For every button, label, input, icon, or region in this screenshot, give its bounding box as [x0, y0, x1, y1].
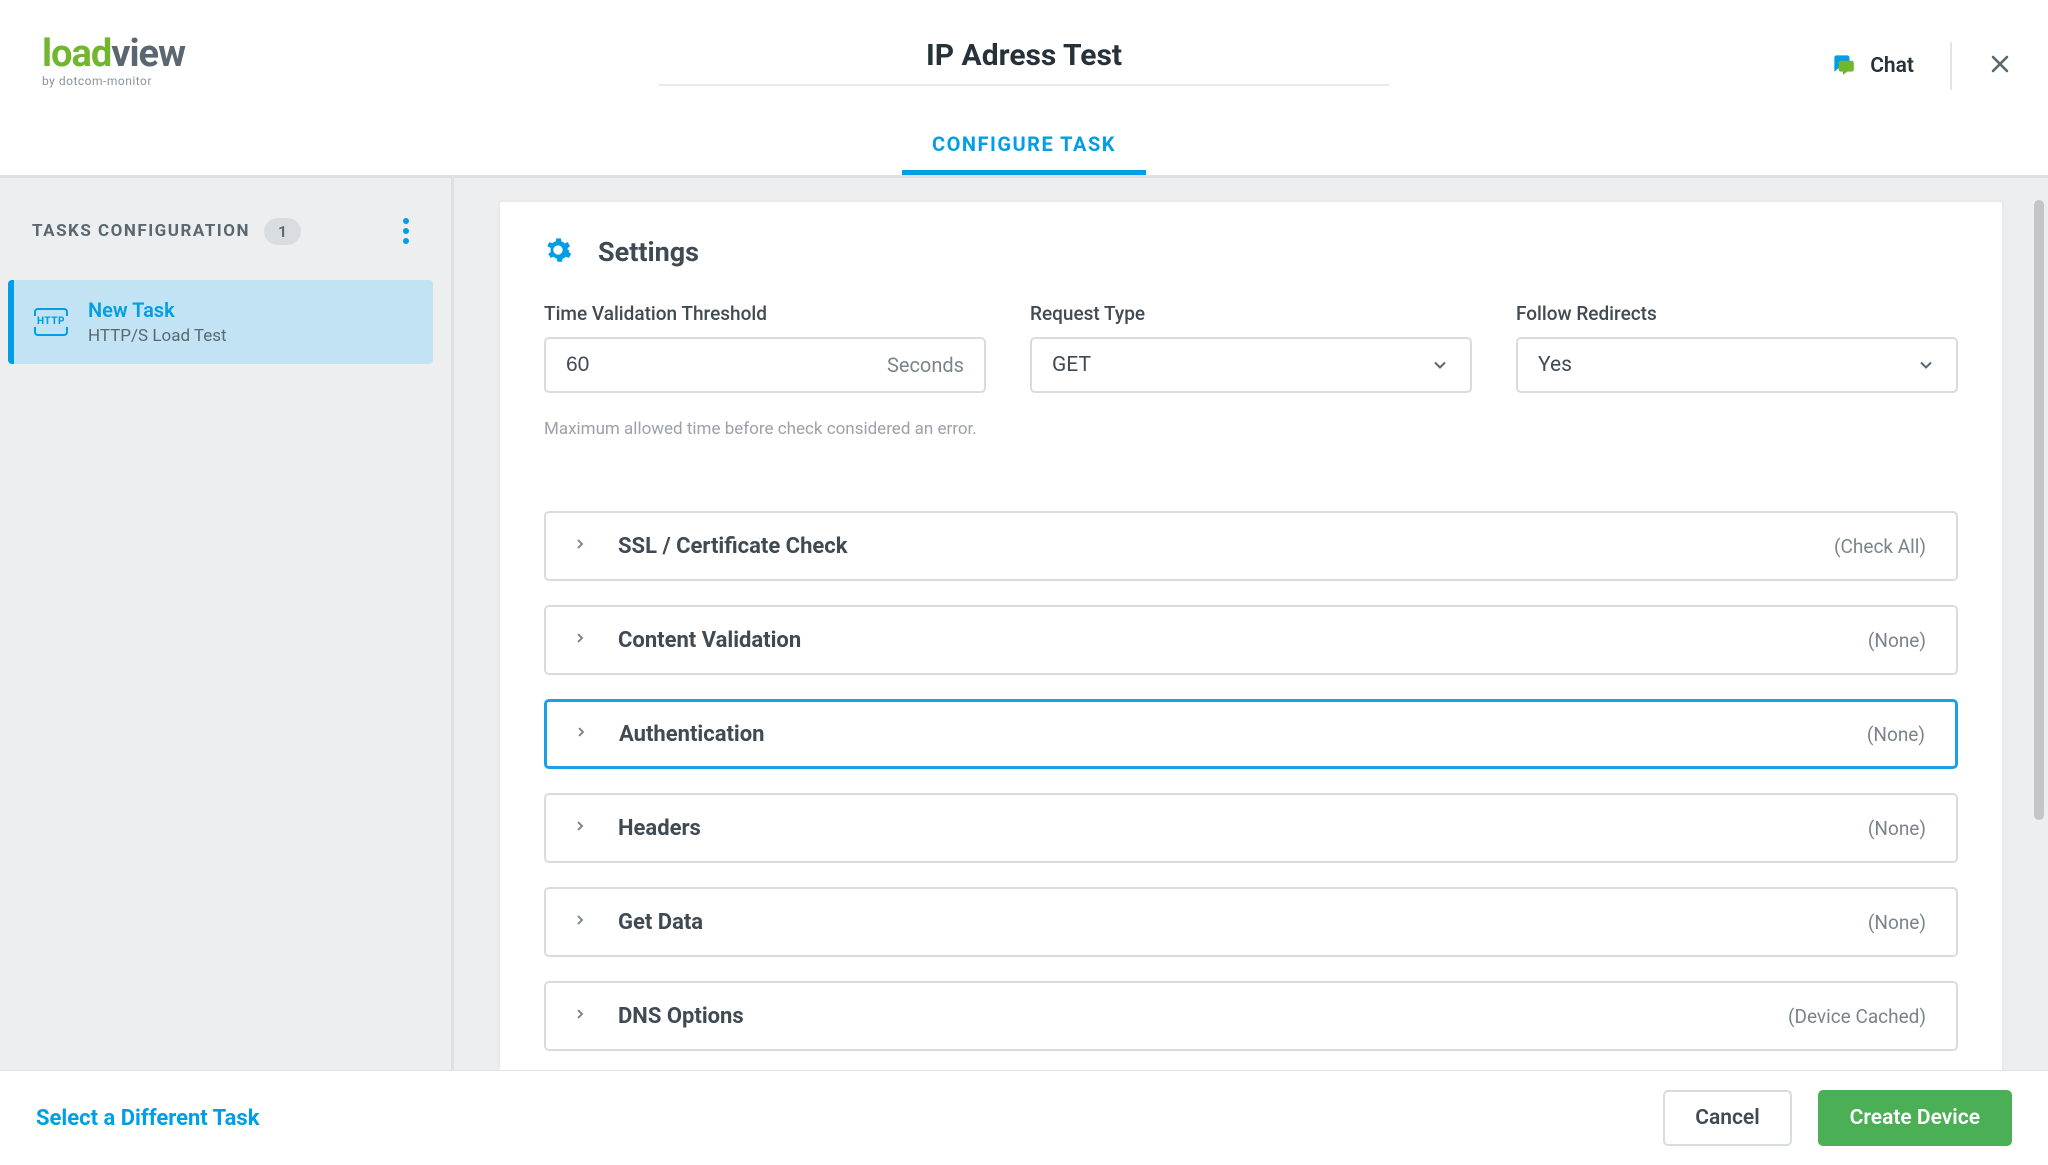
logo-text: loadview	[42, 32, 185, 76]
chat-label: Chat	[1870, 54, 1914, 78]
create-device-button[interactable]: Create Device	[1818, 1090, 2012, 1146]
logo-subtitle: by dotcom-monitor	[42, 74, 185, 88]
settings-header: Settings	[544, 236, 1958, 268]
gear-icon	[544, 236, 572, 268]
accordion: SSL / Certificate Check(Check All) Conten…	[544, 511, 1958, 1051]
request-type-label: Request Type	[1030, 302, 1472, 325]
accordion-status: (None)	[1868, 817, 1926, 840]
accordion-label: SSL / Certificate Check	[618, 534, 1834, 559]
task-meta: New Task HTTP/S Load Test	[88, 298, 227, 346]
field-time-threshold: Time Validation Threshold Seconds Maximu…	[544, 302, 986, 439]
close-icon	[1988, 61, 2012, 80]
footer-actions: Cancel Create Device	[1663, 1090, 2012, 1146]
chevron-right-icon	[572, 536, 588, 556]
accordion-status: (None)	[1867, 723, 1925, 746]
chevron-right-icon	[573, 724, 589, 744]
accordion-label: DNS Options	[618, 1004, 1788, 1029]
accordion-status: (Device Cached)	[1788, 1005, 1926, 1028]
page-title: IP Adress Test	[926, 38, 1122, 73]
logo-primary: load	[42, 32, 111, 76]
chat-button[interactable]: Chat	[1830, 51, 1950, 81]
chevron-down-icon	[1916, 355, 1936, 375]
follow-redirects-value: Yes	[1538, 353, 1572, 377]
accordion-status: (Check All)	[1834, 535, 1926, 558]
time-threshold-input-wrap: Seconds	[544, 337, 986, 393]
sidebar-menu-button[interactable]	[391, 208, 421, 254]
chevron-down-icon	[1430, 355, 1450, 375]
body: TASKS CONFIGURATION 1 New Task HTTP/S Lo…	[0, 178, 2048, 1070]
task-name: New Task	[88, 298, 227, 322]
close-button[interactable]	[1988, 52, 2012, 80]
footer: Select a Different Task Cancel Create De…	[0, 1070, 2048, 1165]
field-row: Time Validation Threshold Seconds Maximu…	[544, 302, 1958, 439]
sidebar-task-item[interactable]: New Task HTTP/S Load Test	[8, 280, 433, 364]
tab-bar: CONFIGURE TASK	[902, 132, 1146, 175]
request-type-select[interactable]: GET	[1030, 337, 1472, 393]
logo-secondary: view	[111, 32, 185, 76]
accordion-item[interactable]: Content Validation(None)	[544, 605, 1958, 675]
accordion-label: Content Validation	[618, 628, 1868, 653]
task-subtitle: HTTP/S Load Test	[88, 326, 227, 346]
tab-configure-task[interactable]: CONFIGURE TASK	[902, 132, 1146, 175]
header-actions: Chat	[1830, 42, 2012, 90]
time-threshold-unit: Seconds	[887, 353, 964, 377]
field-request-type: Request Type GET	[1030, 302, 1472, 439]
time-threshold-help: Maximum allowed time before check consid…	[544, 419, 986, 439]
task-count-badge: 1	[264, 218, 301, 245]
chevron-right-icon	[572, 1006, 588, 1026]
chevron-right-icon	[572, 818, 588, 838]
chevron-right-icon	[572, 630, 588, 650]
accordion-item[interactable]: Get Data(None)	[544, 887, 1958, 957]
scrollbar[interactable]	[2034, 200, 2044, 820]
request-type-value: GET	[1052, 353, 1091, 377]
time-threshold-label: Time Validation Threshold	[544, 302, 986, 325]
logo: loadview by dotcom-monitor	[42, 32, 185, 88]
header: loadview by dotcom-monitor IP Adress Tes…	[0, 0, 2048, 178]
main: Settings Time Validation Threshold Secon…	[454, 178, 2048, 1070]
accordion-label: Authentication	[619, 722, 1867, 747]
cancel-button[interactable]: Cancel	[1663, 1090, 1791, 1146]
select-different-task-link[interactable]: Select a Different Task	[36, 1106, 259, 1131]
sidebar-header: TASKS CONFIGURATION 1	[0, 178, 451, 274]
field-follow-redirects: Follow Redirects Yes	[1516, 302, 1958, 439]
header-divider	[1950, 42, 1952, 90]
title-underline	[659, 84, 1389, 86]
settings-title: Settings	[598, 236, 699, 268]
sidebar: TASKS CONFIGURATION 1 New Task HTTP/S Lo…	[0, 178, 454, 1070]
sidebar-header-left: TASKS CONFIGURATION 1	[32, 218, 301, 245]
settings-card: Settings Time Validation Threshold Secon…	[498, 200, 2004, 1070]
accordion-item[interactable]: SSL / Certificate Check(Check All)	[544, 511, 1958, 581]
follow-redirects-select[interactable]: Yes	[1516, 337, 1958, 393]
kebab-dot-icon	[403, 228, 409, 234]
chat-icon	[1830, 51, 1856, 81]
http-badge-icon	[34, 308, 68, 336]
accordion-item[interactable]: Authentication(None)	[544, 699, 1958, 769]
accordion-status: (None)	[1868, 629, 1926, 652]
accordion-status: (None)	[1868, 911, 1926, 934]
accordion-item[interactable]: DNS Options(Device Cached)	[544, 981, 1958, 1051]
kebab-dot-icon	[403, 218, 409, 224]
chevron-right-icon	[572, 912, 588, 932]
accordion-label: Get Data	[618, 910, 1868, 935]
kebab-dot-icon	[403, 238, 409, 244]
follow-redirects-label: Follow Redirects	[1516, 302, 1958, 325]
accordion-label: Headers	[618, 816, 1868, 841]
accordion-item[interactable]: Headers(None)	[544, 793, 1958, 863]
sidebar-heading: TASKS CONFIGURATION	[32, 221, 250, 241]
time-threshold-input[interactable]	[566, 353, 887, 377]
